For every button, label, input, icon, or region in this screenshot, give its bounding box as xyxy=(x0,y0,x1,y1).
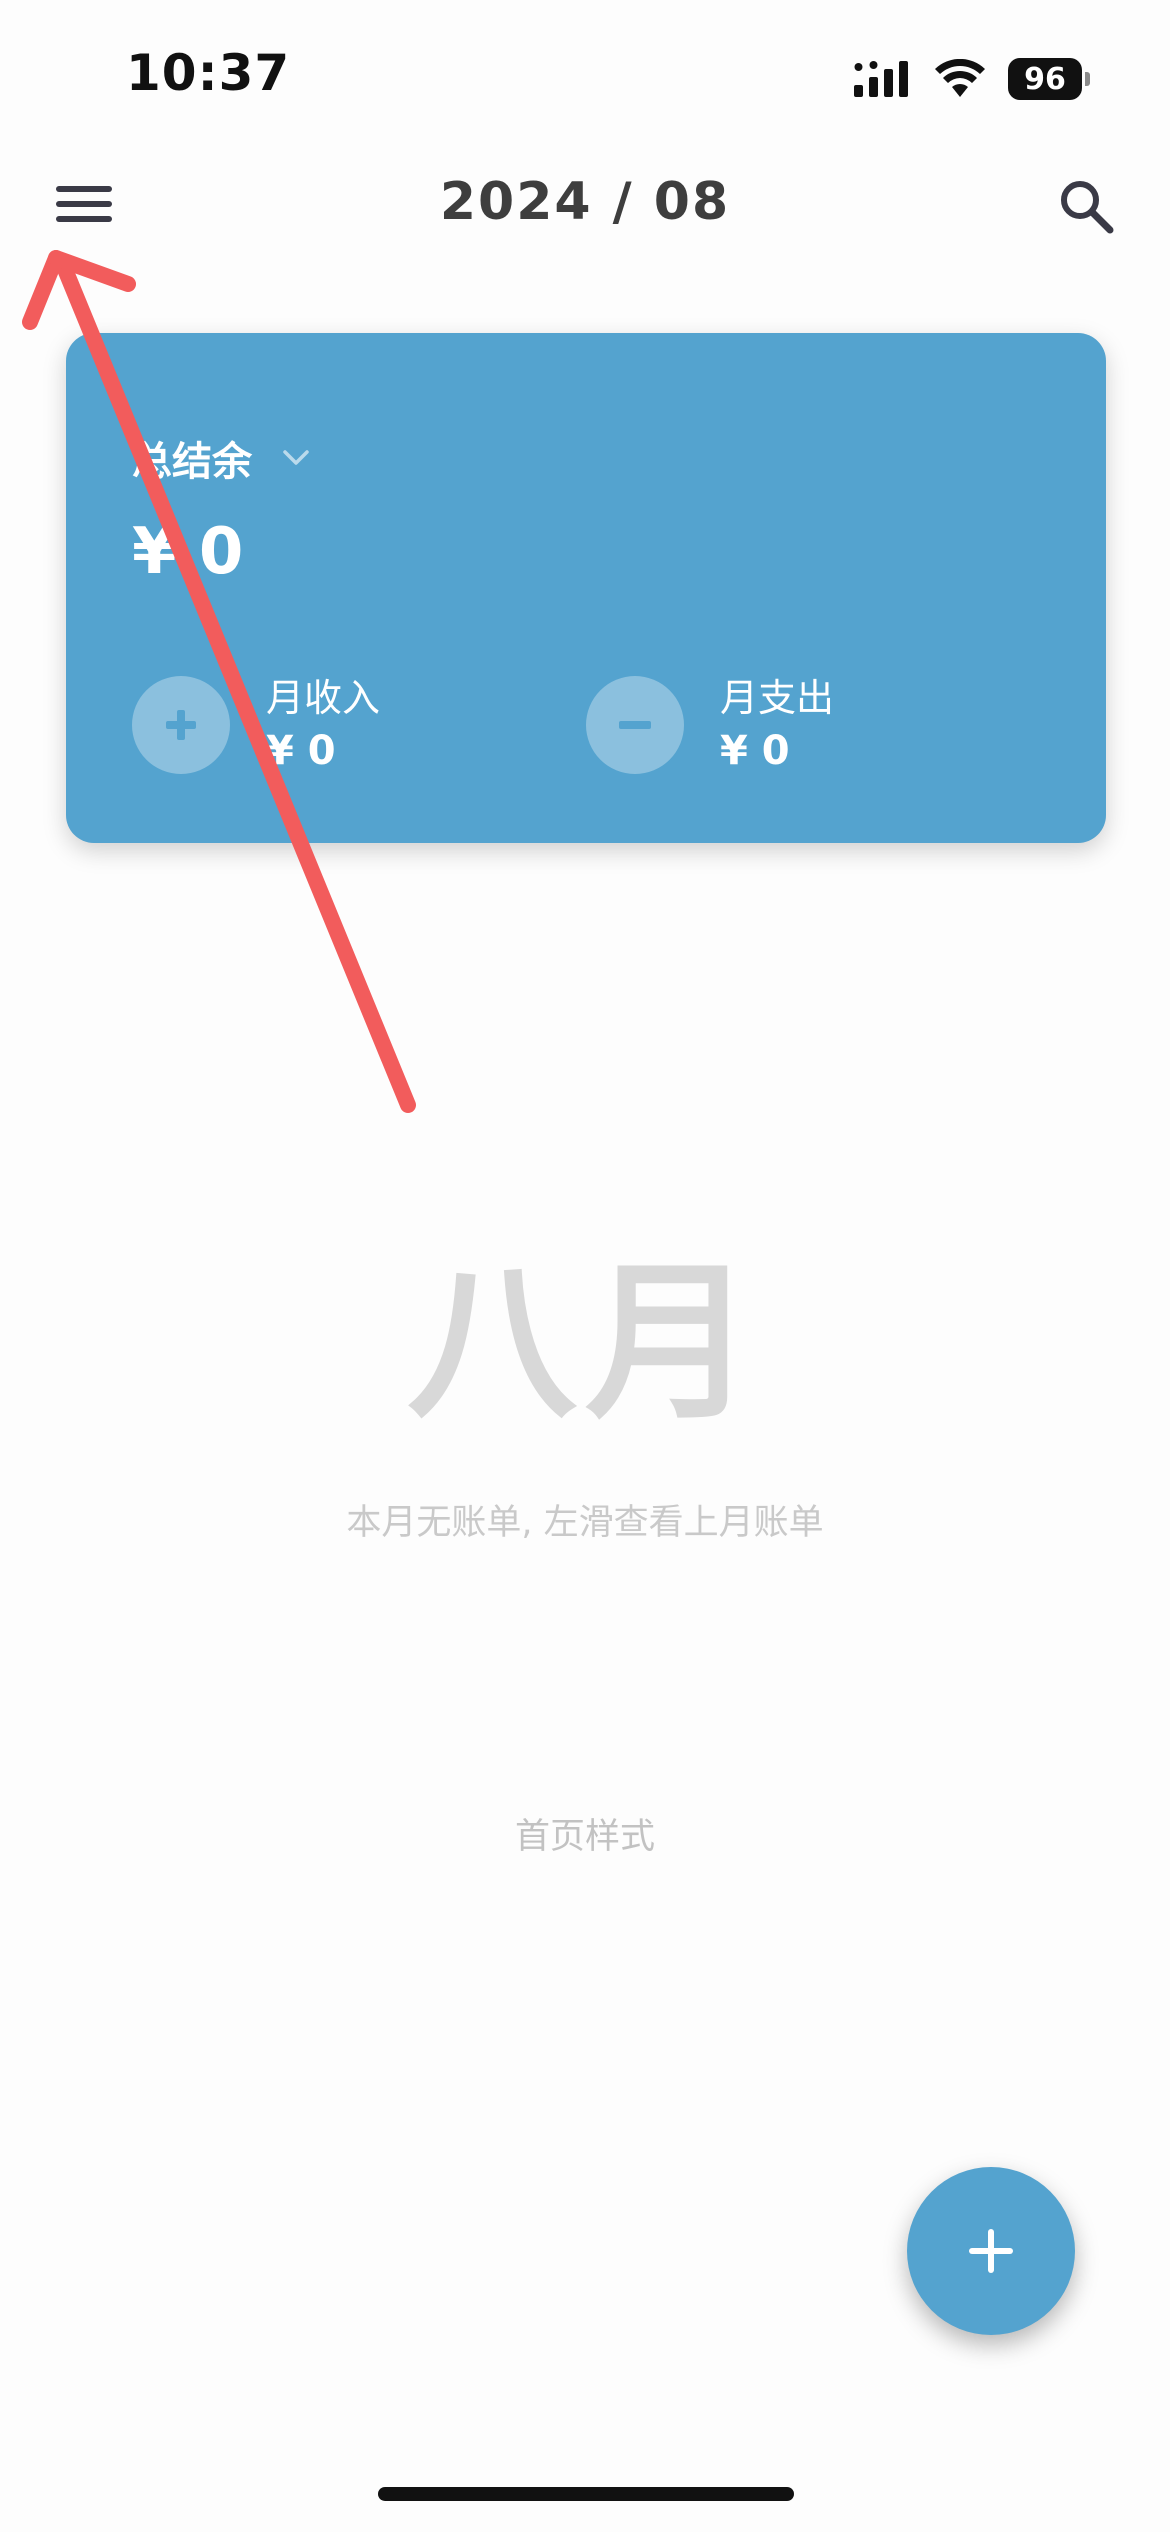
expense-button[interactable] xyxy=(586,676,684,774)
balance-amount: ¥ 0 xyxy=(132,515,244,589)
add-record-button[interactable] xyxy=(907,2167,1075,2335)
status-time: 10:37 xyxy=(126,44,291,102)
income-label: 月收入 xyxy=(266,676,381,720)
wifi-icon xyxy=(935,59,985,97)
status-icons: 96 xyxy=(852,54,1090,104)
income-button[interactable] xyxy=(132,676,230,774)
page-title[interactable]: 2024 / 08 xyxy=(0,172,1170,232)
minus-icon xyxy=(619,721,651,729)
search-icon xyxy=(1061,181,1114,234)
expense-label: 月支出 xyxy=(720,676,835,720)
home-indicator[interactable] xyxy=(378,2487,794,2501)
home-style-button[interactable]: 首页样式 xyxy=(0,1808,1170,1859)
balance-selector[interactable]: 总结余 xyxy=(132,429,310,487)
balance-label: 总结余 xyxy=(132,439,252,485)
chevron-down-icon xyxy=(283,450,309,465)
signal-icon xyxy=(854,61,908,97)
income-value: ¥ 0 xyxy=(266,728,336,774)
battery-cap xyxy=(1085,72,1090,86)
battery-level: 96 xyxy=(1008,58,1082,100)
plus-icon xyxy=(969,2229,1013,2273)
balance-card[interactable]: 总结余 ¥ 0 月收入 ¥ 0 月支出 ¥ 0 xyxy=(66,333,1106,843)
expense-value: ¥ 0 xyxy=(720,728,790,774)
battery-icon: 96 xyxy=(1008,58,1090,100)
empty-hint: 本月无账单, 左滑查看上月账单 xyxy=(346,1503,824,1543)
plus-icon xyxy=(166,710,196,740)
app-screen: 10:37 96 2024 / 08 总结余 ¥ 0 月收入 ¥ 0 月支出 ¥… xyxy=(0,0,1170,2532)
search-button[interactable] xyxy=(1056,176,1116,236)
month-name: 八月 xyxy=(406,1245,763,1443)
